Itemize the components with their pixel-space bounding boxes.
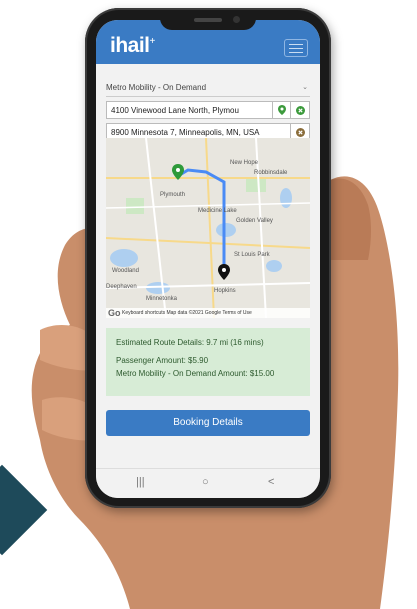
- speaker-icon: [194, 18, 222, 22]
- map-graphic: [106, 138, 310, 318]
- clear-circle-icon: [295, 105, 305, 115]
- map-label-hopkins: Hopkins: [214, 288, 236, 294]
- chevron-down-icon: ⌄: [302, 84, 308, 91]
- service-select[interactable]: Metro Mobility - On Demand ⌄: [106, 80, 310, 97]
- menu-button[interactable]: [284, 39, 308, 57]
- location-pin-button[interactable]: [272, 102, 291, 118]
- passenger-amount: Passenger Amount: $5.90: [116, 356, 209, 365]
- route-map[interactable]: New Hope Robbinsdale Plymouth Medicine L…: [106, 138, 310, 318]
- map-label-st-louis-park: St Louis Park: [234, 252, 270, 258]
- map-label-new-hope: New Hope: [230, 160, 259, 166]
- google-logo: Go: [108, 308, 121, 318]
- map-label-golden-valley: Golden Valley: [236, 218, 273, 224]
- app-logo: ihail+: [110, 34, 155, 58]
- map-credit-text: Keyboard shortcuts Map data ©2021 Google…: [122, 310, 252, 316]
- route-details-panel: Estimated Route Details: 9.7 mi (16 mins…: [106, 328, 310, 396]
- hamburger-line: [289, 48, 303, 49]
- booking-details-button[interactable]: Booking Details: [106, 410, 310, 436]
- map-label-woodland: Woodland: [112, 268, 139, 274]
- map-attribution: Go Keyboard shortcuts Map data ©2021 Goo…: [106, 308, 310, 318]
- hamburger-line: [289, 44, 303, 45]
- map-label-deephaven: Deephaven: [106, 284, 137, 290]
- logo-text: ihail: [110, 34, 150, 57]
- pickup-address-input[interactable]: 4100 Vinewood Lane North, Plymou: [106, 101, 310, 119]
- map-label-plymouth: Plymouth: [160, 192, 186, 198]
- back-button[interactable]: <: [268, 476, 274, 488]
- clear-pickup-button[interactable]: [290, 102, 309, 118]
- camera-icon: [233, 16, 240, 23]
- map-label-robbinsdale: Robbinsdale: [254, 170, 288, 176]
- hamburger-line: [289, 52, 303, 53]
- route-estimate: Estimated Route Details: 9.7 mi (16 mins…: [116, 338, 264, 347]
- android-nav-bar: ||| ○ <: [96, 468, 320, 498]
- phone-notch: [160, 14, 256, 30]
- map-label-medicine-lake: Medicine Lake: [198, 208, 237, 214]
- dropoff-address-value: 8900 Minnesota 7, Minneapolis, MN, USA: [111, 128, 260, 137]
- service-select-value: Metro Mobility - On Demand: [106, 83, 207, 92]
- clear-circle-icon: [295, 127, 305, 137]
- booking-form: Metro Mobility - On Demand ⌄ 4100 Vinewo…: [106, 80, 310, 436]
- logo-superscript: +: [149, 36, 156, 47]
- recent-apps-button[interactable]: |||: [136, 476, 145, 488]
- metro-amount: Metro Mobility - On Demand Amount: $15.0…: [116, 369, 275, 378]
- home-button[interactable]: ○: [202, 476, 209, 488]
- pickup-address-value: 4100 Vinewood Lane North, Plymou: [111, 106, 239, 115]
- phone-screen: ihail+ Metro Mobility - On Demand ⌄ 4100…: [96, 20, 320, 498]
- map-pin-icon: [278, 105, 286, 115]
- map-label-minnetonka: Minnetonka: [146, 296, 178, 302]
